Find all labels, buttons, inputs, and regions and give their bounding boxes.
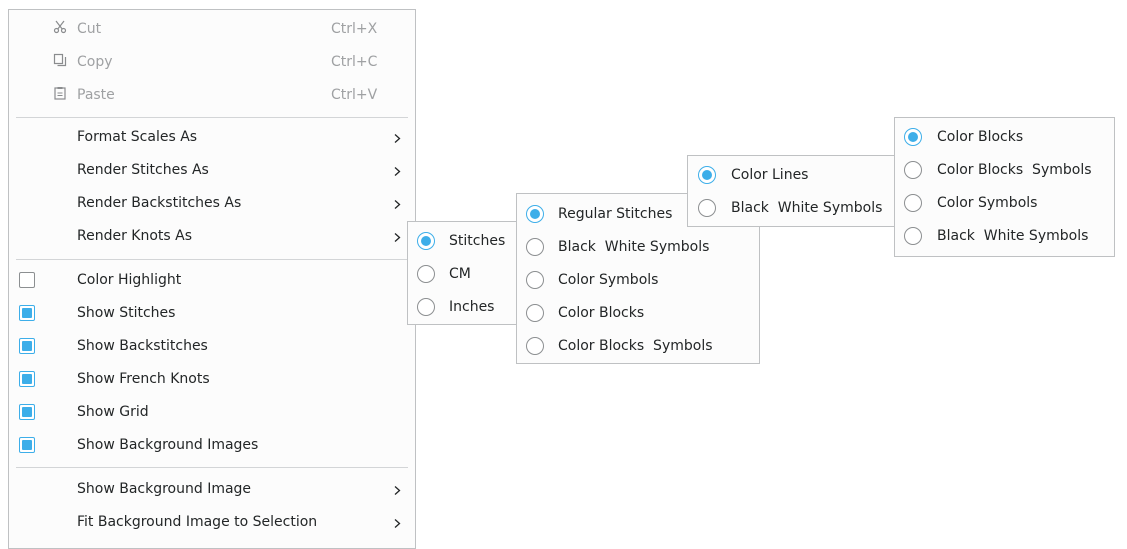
menu-item-label: Fit Background Image to Selection [77,513,318,530]
option-label: Color Symbols [558,271,659,288]
chevron-right-icon [394,166,401,176]
checkbox[interactable] [19,304,35,321]
option-label: Color Symbols [937,194,1038,211]
checkbox[interactable] [19,337,35,354]
checkbox[interactable] [19,271,35,288]
menu-item-render-knots-as[interactable]: Render Knots As [9,219,415,252]
context-menu: Cut Ctrl+X Copy Ctrl+C Paste Ctrl+V Form… [8,9,416,549]
menu-item-render-backstitches-as[interactable]: Render Backstitches As [9,186,415,219]
menu-item-paste[interactable]: Paste Ctrl+V [9,78,415,111]
radio-option-inches[interactable]: Inches [408,290,516,323]
menu-separator [16,259,408,260]
radio-option-black-white-symbols[interactable]: Black White Symbols [895,219,1114,252]
chevron-right-icon [394,199,401,209]
radio-button[interactable] [417,231,435,250]
option-label: Stitches [449,232,506,249]
menu-item-label: Show Backstitches [77,337,208,354]
chevron-right-icon [394,518,401,528]
menu-item-render-stitches-as[interactable]: Render Stitches As [9,153,415,186]
submenu-render-backstitches: Color Lines Black White Symbols [687,155,897,227]
radio-button[interactable] [698,198,716,217]
option-label: Color Blocks [558,304,645,321]
option-label: Color Blocks Symbols [937,161,1092,178]
scissors-icon [53,20,67,38]
chevron-right-icon [394,485,401,495]
option-label: Black White Symbols [558,238,710,255]
submenu-format-scales: Stitches CM Inches [407,221,517,325]
menu-separator [16,467,408,468]
menu-item-cut[interactable]: Cut Ctrl+X [9,12,415,45]
radio-button[interactable] [526,237,544,256]
menu-item-show-backstitches[interactable]: Show Backstitches [9,329,415,362]
menu-item-label: Render Knots As [77,227,193,244]
menu-item-label: Color Highlight [77,271,182,288]
radio-option-color-blocks-symbols[interactable]: Color Blocks Symbols [895,153,1114,186]
radio-option-black-white-symbols[interactable]: Black White Symbols [517,230,759,263]
menu-item-label: Render Stitches As [77,161,209,178]
chevron-right-icon [394,133,401,143]
radio-button[interactable] [904,226,922,245]
radio-option-cm[interactable]: CM [408,257,516,290]
menu-item-copy[interactable]: Copy Ctrl+C [9,45,415,78]
shortcut-label: Ctrl+V [331,86,378,103]
checkbox[interactable] [19,403,35,420]
radio-option-stitches[interactable]: Stitches [408,224,516,257]
radio-option-color-lines[interactable]: Color Lines [688,158,896,191]
radio-option-color-blocks-symbols[interactable]: Color Blocks Symbols [517,329,759,362]
menu-item-label: Show Grid [77,403,149,420]
checkbox[interactable] [19,370,35,387]
radio-button[interactable] [417,264,435,283]
menu-item-show-background-images[interactable]: Show Background Images [9,428,415,461]
menu-item-label: Render Backstitches As [77,194,242,211]
menu-item-show-background-image[interactable]: Show Background Image [9,472,415,505]
option-label: Black White Symbols [731,199,883,216]
clipboard-icon [53,86,67,104]
menu-item-label: Show Background Images [77,436,259,453]
checkbox[interactable] [19,436,35,453]
radio-button[interactable] [526,270,544,289]
option-label: Black White Symbols [937,227,1089,244]
menu-separator [16,117,408,118]
radio-button[interactable] [526,336,544,355]
menu-item-label: Cut [77,20,102,37]
menu-item-label: Show French Knots [77,370,210,387]
menu-item-label: Show Stitches [77,304,176,321]
radio-button[interactable] [904,193,922,212]
menu-item-fit-background-image[interactable]: Fit Background Image to Selection [9,505,415,538]
radio-option-color-blocks[interactable]: Color Blocks [517,296,759,329]
menu-item-label: Copy [77,53,113,70]
radio-option-color-symbols[interactable]: Color Symbols [517,263,759,296]
radio-option-color-blocks[interactable]: Color Blocks [895,120,1114,153]
option-label: CM [449,265,471,282]
option-label: Regular Stitches [558,205,673,222]
copy-icon [53,53,67,71]
option-label: Color Blocks Symbols [558,337,713,354]
menu-item-label: Paste [77,86,115,103]
option-label: Color Blocks [937,128,1024,145]
option-label: Color Lines [731,166,809,183]
radio-option-black-white-symbols[interactable]: Black White Symbols [688,191,896,224]
option-label: Inches [449,298,495,315]
submenu-render-knots: Color Blocks Color Blocks Symbols Color … [894,117,1115,257]
shortcut-label: Ctrl+X [331,20,378,37]
menu-item-color-highlight[interactable]: Color Highlight [9,263,415,296]
radio-button[interactable] [698,165,716,184]
radio-button[interactable] [904,160,922,179]
menu-item-show-french-knots[interactable]: Show French Knots [9,362,415,395]
menu-item-label: Format Scales As [77,128,198,145]
radio-button[interactable] [526,204,544,223]
menu-item-show-grid[interactable]: Show Grid [9,395,415,428]
radio-button[interactable] [904,127,922,146]
radio-button[interactable] [526,303,544,322]
chevron-right-icon [394,232,401,242]
radio-button[interactable] [417,297,435,316]
menu-item-format-scales-as[interactable]: Format Scales As [9,120,415,153]
radio-option-color-symbols[interactable]: Color Symbols [895,186,1114,219]
menu-item-show-stitches[interactable]: Show Stitches [9,296,415,329]
shortcut-label: Ctrl+C [331,53,378,70]
menu-item-label: Show Background Image [77,480,252,497]
